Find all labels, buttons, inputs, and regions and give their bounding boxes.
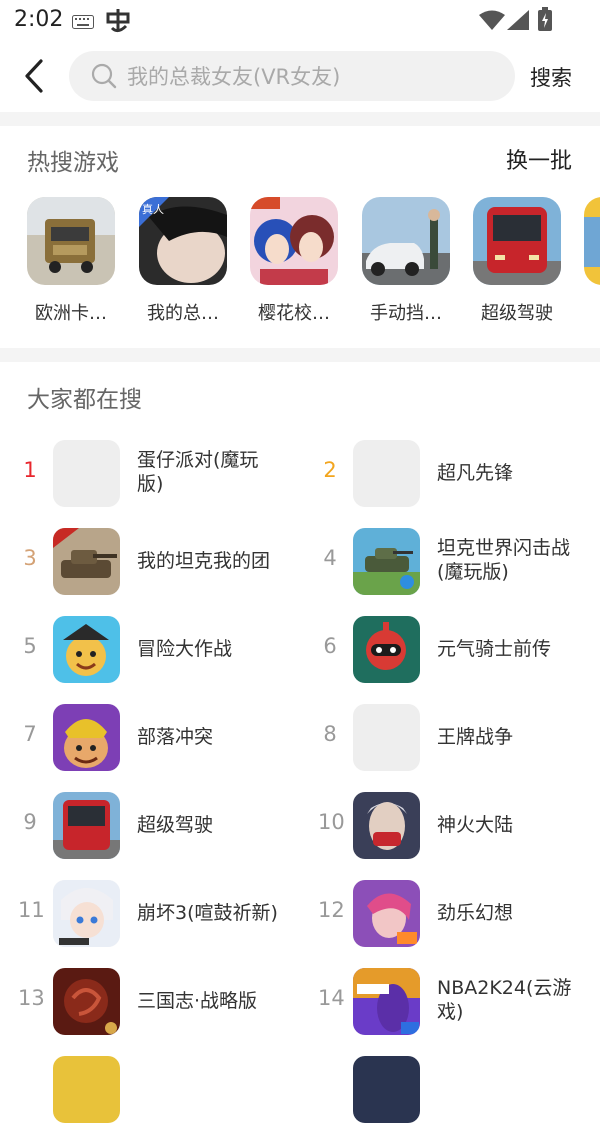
signal-icon: [507, 10, 529, 34]
hot-game-label: 手动挡…: [370, 303, 442, 324]
ranking-item[interactable]: 2 超凡先锋: [318, 440, 600, 508]
game-name: 神火大陆: [437, 814, 514, 836]
game-name: 坦克世界闪击战(魔玩版): [437, 537, 571, 583]
game-name: 超凡先锋: [437, 462, 514, 484]
partial-game-icon: [584, 197, 600, 285]
refresh-button[interactable]: 换一批: [506, 143, 572, 175]
game-icon-partial: [53, 1056, 120, 1123]
rank-number: 2: [323, 458, 337, 482]
ranking-item[interactable]: 1 蛋仔派对(魔玩版): [18, 440, 308, 508]
game-name: 超级驾驶: [137, 814, 214, 836]
rank-number: 14: [318, 986, 345, 1010]
game-name: 崩坏3(喧鼓祈新): [137, 902, 278, 924]
tank-game-icon: [53, 528, 120, 595]
game-icon-partial: [353, 1056, 420, 1123]
status-bar: 2:02: [0, 0, 600, 40]
manual-car-game-icon: [362, 197, 450, 285]
ranking-item[interactable]: [318, 1056, 600, 1124]
hot-game-item[interactable]: 欧洲卡…: [15, 197, 127, 325]
search-icon: [91, 63, 117, 89]
bug-app-icon: [104, 6, 132, 38]
game-name: 元气骑士前传: [437, 638, 552, 660]
clash-of-clans-icon: [53, 704, 120, 771]
ranking-item[interactable]: 12 劲乐幻想: [318, 880, 600, 948]
back-arrow-icon[interactable]: [18, 56, 52, 96]
keyboard-icon: [72, 14, 94, 33]
game-name: 王牌战争: [437, 726, 514, 748]
game-icon-placeholder: [53, 440, 120, 507]
rank-number: 13: [18, 986, 45, 1010]
hot-game-item[interactable]: 真人 我的总…: [127, 197, 239, 325]
girlfriend-game-icon: 真人: [139, 197, 227, 285]
section-divider: [0, 112, 600, 126]
three-kingdoms-icon: [53, 968, 120, 1035]
search-input[interactable]: [125, 51, 499, 103]
hot-game-item[interactable]: 超级驾驶: [461, 197, 573, 325]
section-divider: [0, 348, 600, 362]
status-time: 2:02: [14, 7, 64, 32]
ranking-item[interactable]: [18, 1056, 308, 1124]
game-name: 劲乐幻想: [437, 902, 514, 924]
game-name: 部落冲突: [137, 726, 214, 748]
truck-game-icon: [27, 197, 115, 285]
game-name: NBA2K24(云游戏): [437, 977, 572, 1023]
rank-number: 5: [23, 634, 37, 658]
bus-game-icon: [53, 792, 120, 859]
rank-number: 10: [318, 810, 345, 834]
battery-icon: [538, 7, 552, 35]
soul-knight-icon: [353, 616, 420, 683]
game-icon-placeholder: [353, 704, 420, 771]
rank-number: 12: [318, 898, 345, 922]
hot-game-label: 我的总…: [147, 303, 219, 324]
hot-games-row: 欧洲卡… 真人 我的总… 樱花校… 手动挡… 超级驾驶 欢: [0, 197, 600, 337]
search-bar[interactable]: [69, 51, 515, 103]
hot-games-title: 热搜游戏: [27, 150, 119, 176]
ranking-item[interactable]: 4 坦克世界闪击战(魔玩版): [318, 528, 600, 596]
rank-number: 6: [323, 634, 337, 658]
ranking-item[interactable]: 10 神火大陆: [318, 792, 600, 860]
adventure-game-icon: [53, 616, 120, 683]
game-name: 冒险大作战: [137, 638, 233, 660]
nba2k24-icon: [353, 968, 420, 1035]
tank-blitz-icon: [353, 528, 420, 595]
divine-fire-icon: [353, 792, 420, 859]
rank-number: 9: [23, 810, 37, 834]
game-name: 我的坦克我的团: [137, 550, 271, 572]
svg-text:真人: 真人: [142, 202, 164, 216]
rank-number: 11: [18, 898, 45, 922]
hot-game-item[interactable]: 手动挡…: [350, 197, 462, 325]
ranking-item[interactable]: 11 崩坏3(喧鼓祈新): [18, 880, 308, 948]
ranking-item[interactable]: 9 超级驾驶: [18, 792, 308, 860]
game-icon-placeholder: [353, 440, 420, 507]
ranking-item[interactable]: 7 部落冲突: [18, 704, 308, 772]
rank-number: 8: [323, 722, 337, 746]
sakura-school-icon: [250, 197, 338, 285]
ranking-item[interactable]: 3 我的坦克我的团: [18, 528, 308, 596]
ranking-item[interactable]: 5 冒险大作战: [18, 616, 308, 684]
hot-game-item[interactable]: 樱花校…: [238, 197, 350, 325]
music-fantasy-icon: [353, 880, 420, 947]
hot-game-label: 超级驾驶: [481, 303, 553, 324]
ranking-item[interactable]: 8 王牌战争: [318, 704, 600, 772]
hot-game-label: 欧洲卡…: [35, 303, 107, 324]
hot-game-label: 欢: [572, 299, 600, 325]
rank-number: 4: [323, 546, 337, 570]
rank-number: 7: [23, 722, 37, 746]
rank-number: 1: [23, 458, 37, 482]
rank-number: 3: [23, 546, 37, 570]
wifi-icon: [479, 10, 505, 34]
search-header: 搜索: [0, 40, 600, 112]
ranking-item[interactable]: 14 NBA2K24(云游戏): [318, 968, 600, 1036]
honkai-icon: [53, 880, 120, 947]
search-button[interactable]: 搜索: [530, 62, 572, 92]
bus-game-icon: [473, 197, 561, 285]
hot-game-label: 樱花校…: [258, 303, 330, 324]
game-name: 蛋仔派对(魔玩版): [137, 449, 259, 495]
everyone-searching-title: 大家都在搜: [27, 387, 142, 413]
ranking-item[interactable]: 13 三国志·战略版: [18, 968, 308, 1036]
game-name: 三国志·战略版: [137, 990, 258, 1012]
ranking-item[interactable]: 6 元气骑士前传: [318, 616, 600, 684]
hot-game-item[interactable]: 欢: [572, 197, 600, 325]
